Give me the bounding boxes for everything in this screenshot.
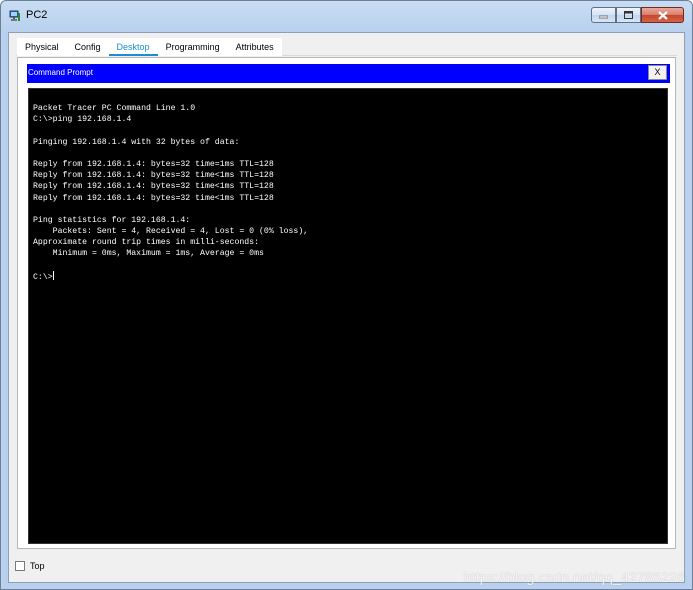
terminal-line: Approximate round trip times in milli-se… (33, 238, 260, 248)
terminal-line: Reply from 192.168.1.4: bytes=32 time=1m… (33, 159, 274, 169)
window-title: PC2 (26, 9, 48, 21)
tab-bar: Physical Config Desktop Programming Attr… (17, 35, 282, 56)
footer: Top (15, 561, 45, 571)
tab-programming[interactable]: Programming (157, 38, 228, 56)
terminal-line: Reply from 192.168.1.4: bytes=32 time<1m… (33, 171, 274, 181)
maximize-icon (624, 11, 633, 19)
watermark: https://blog.csdn.net/qq_42785226 (463, 569, 685, 585)
command-prompt-header: Command Prompt X (27, 64, 670, 83)
terminal-output[interactable]: Packet Tracer PC Command Line 1.0 C:\>pi… (28, 88, 668, 544)
app-window: PC2 Physical Config Desktop Programming … (0, 0, 693, 590)
terminal-line: C:\>ping 192.168.1.4 (33, 115, 132, 125)
top-checkbox[interactable] (15, 561, 25, 571)
desktop-panel: Command Prompt X Packet Tracer PC Comman… (17, 57, 676, 549)
terminal-line: Minimum = 0ms, Maximum = 1ms, Average = … (33, 249, 264, 259)
window-controls (591, 7, 684, 25)
pc-icon (9, 9, 21, 21)
terminal-line: Reply from 192.168.1.4: bytes=32 time<1m… (33, 182, 274, 192)
command-prompt-title: Command Prompt (28, 68, 93, 77)
command-prompt-close-button[interactable]: X (648, 65, 667, 80)
terminal-line: Ping statistics for 192.168.1.4: (33, 215, 191, 225)
close-icon (657, 10, 668, 20)
top-checkbox-label: Top (30, 561, 45, 571)
tab-desktop[interactable]: Desktop (108, 38, 158, 56)
title-bar[interactable]: PC2 (1, 1, 692, 29)
text-cursor (52, 270, 54, 280)
window-content: Physical Config Desktop Programming Attr… (8, 32, 685, 583)
tab-config[interactable]: Config (66, 38, 109, 56)
minimize-button[interactable] (591, 7, 616, 23)
minimize-icon (599, 15, 608, 18)
terminal-prompt-line[interactable]: C:\> (33, 270, 663, 282)
terminal-line: Reply from 192.168.1.4: bytes=32 time<1m… (33, 193, 274, 203)
maximize-button[interactable] (616, 7, 641, 23)
tab-physical[interactable]: Physical (17, 38, 67, 56)
terminal-line: Packet Tracer PC Command Line 1.0 (33, 104, 196, 113)
terminal-line: Pinging 192.168.1.4 with 32 bytes of dat… (33, 137, 240, 147)
tab-attributes[interactable]: Attributes (227, 38, 282, 56)
terminal-line: Packets: Sent = 4, Received = 4, Lost = … (33, 227, 309, 237)
close-button[interactable] (641, 7, 684, 23)
terminal-prompt: C:\> (33, 272, 53, 282)
